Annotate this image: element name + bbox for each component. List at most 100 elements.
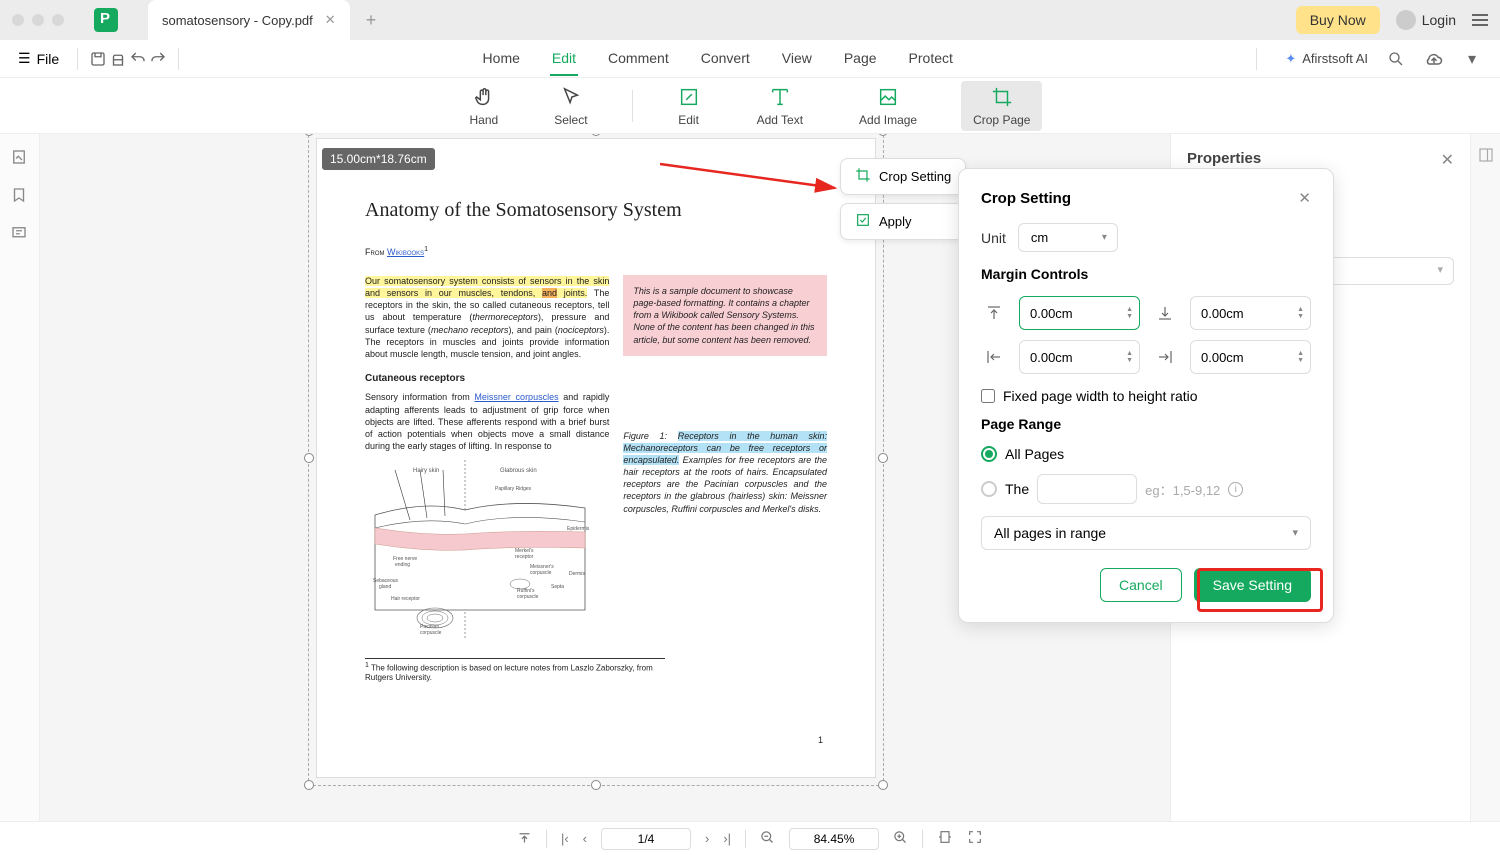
next-page-icon[interactable]: › [705, 831, 709, 846]
go-first-icon[interactable]: |‹ [561, 831, 569, 846]
margin-left-field[interactable] [1030, 350, 1100, 365]
crop-selection[interactable]: 15.00cm*18.76cm Anatomy of the Somatosen… [316, 138, 876, 778]
chevron-down-icon[interactable]: ▾ [1462, 49, 1482, 69]
fixed-ratio-input[interactable] [981, 389, 995, 403]
zoom-input[interactable] [789, 828, 879, 850]
menu-convert[interactable]: Convert [699, 42, 752, 76]
page-input[interactable] [601, 828, 691, 850]
cancel-button[interactable]: Cancel [1100, 568, 1182, 602]
first-page-icon[interactable] [517, 830, 532, 848]
close-modal-icon[interactable]: ✕ [1298, 189, 1311, 207]
menu-comment[interactable]: Comment [606, 42, 671, 76]
stepper-icon[interactable]: ▲▼ [1297, 306, 1304, 320]
range-input[interactable] [1037, 474, 1137, 504]
redo-icon[interactable] [148, 49, 168, 69]
crop-handle[interactable] [304, 134, 314, 136]
stepper-icon[interactable]: ▲▼ [1126, 306, 1133, 320]
check-icon [855, 212, 871, 231]
go-last-icon[interactable]: ›| [723, 831, 731, 846]
menu-protect[interactable]: Protect [907, 42, 955, 76]
panel-toggle-icon[interactable] [1477, 146, 1495, 164]
tool-edit[interactable]: Edit [665, 81, 713, 131]
tool-label: Add Text [757, 113, 803, 127]
custom-range-radio[interactable]: The eg：1,5-9,12 i [981, 474, 1311, 504]
margin-right-input[interactable]: ▲▼ [1190, 340, 1311, 374]
stepper-icon[interactable]: ▲▼ [1297, 350, 1304, 364]
all-pages-radio[interactable]: All Pages [981, 446, 1311, 462]
save-icon[interactable] [88, 49, 108, 69]
crop-handle[interactable] [878, 453, 888, 463]
apply-button[interactable]: Apply [840, 203, 966, 240]
crop-handle[interactable] [878, 780, 888, 790]
left-column: Our somatosensory system consists of sen… [365, 275, 609, 640]
emphasis: nociceptors [558, 325, 604, 335]
apply-range-select[interactable]: All pages in range [981, 516, 1311, 550]
crop-setting-button[interactable]: Crop Setting [840, 158, 966, 195]
undo-icon[interactable] [128, 49, 148, 69]
menu-home[interactable]: Home [481, 42, 522, 76]
comment-icon[interactable] [10, 224, 30, 244]
traffic-min-icon[interactable] [32, 14, 44, 26]
fit-width-icon[interactable] [937, 829, 953, 848]
close-tab-icon[interactable]: ✕ [325, 12, 336, 28]
crop-handle[interactable] [304, 780, 314, 790]
ai-button[interactable]: ✦ Afirstsoft AI [1285, 51, 1368, 67]
radio-on-icon[interactable] [981, 446, 997, 462]
menu-edit[interactable]: Edit [550, 42, 578, 76]
login-button[interactable]: Login [1396, 10, 1456, 30]
margin-top-field[interactable] [1030, 306, 1100, 321]
hamburger-menu-icon[interactable] [1472, 14, 1488, 26]
info-icon[interactable]: i [1228, 482, 1243, 497]
crop-icon [990, 85, 1014, 109]
body-paragraph: Our somatosensory system consists of sen… [365, 275, 609, 360]
tool-add-text[interactable]: Add Text [745, 81, 815, 131]
stepper-icon[interactable]: ▲▼ [1126, 350, 1133, 364]
tool-label: Add Image [859, 113, 917, 127]
prev-page-icon[interactable]: ‹ [583, 831, 587, 846]
highlight: and [542, 288, 557, 298]
margin-left-input[interactable]: ▲▼ [1019, 340, 1140, 374]
titlebar: somatosensory - Copy.pdf ✕ + Buy Now Log… [0, 0, 1500, 40]
close-panel-icon[interactable]: ✕ [1441, 150, 1454, 170]
skin-anatomy-diagram: Hairy skin Glabrous skin Papillary Ridge… [365, 460, 595, 640]
unit-select[interactable]: cm [1018, 223, 1118, 252]
tool-select[interactable]: Select [542, 81, 599, 131]
margin-bottom-field[interactable] [1201, 306, 1271, 321]
diagram-label: Hairy skin [413, 468, 439, 474]
zoom-in-icon[interactable] [893, 830, 908, 848]
tool-crop-page[interactable]: Crop Page [961, 81, 1042, 131]
file-menu[interactable]: ☰ File [18, 50, 59, 67]
subheading: Cutaneous receptors [365, 372, 609, 386]
radio-off-icon[interactable] [981, 481, 997, 497]
crop-handle[interactable] [304, 453, 314, 463]
margin-bottom-input[interactable]: ▲▼ [1190, 296, 1311, 330]
print-icon[interactable] [108, 49, 128, 69]
text-icon [768, 85, 792, 109]
fit-page-icon[interactable] [967, 829, 983, 848]
tool-hand[interactable]: Hand [458, 81, 511, 131]
crop-handle[interactable] [591, 134, 601, 136]
menu-page[interactable]: Page [842, 42, 879, 76]
fixed-ratio-label: Fixed page width to height ratio [1003, 388, 1198, 404]
crop-handle[interactable] [878, 134, 888, 136]
margin-right-field[interactable] [1201, 350, 1271, 365]
thumbnails-icon[interactable] [10, 148, 30, 168]
search-icon[interactable] [1386, 49, 1406, 69]
cloud-upload-icon[interactable] [1424, 49, 1444, 69]
save-setting-button[interactable]: Save Setting [1194, 568, 1311, 602]
fixed-ratio-checkbox[interactable]: Fixed page width to height ratio [981, 388, 1311, 404]
footnote: 1 The following description is based on … [365, 658, 665, 682]
bookmark-icon[interactable] [10, 186, 30, 206]
crop-handle[interactable] [591, 780, 601, 790]
new-tab-button[interactable]: + [366, 10, 377, 31]
margin-top-input[interactable]: ▲▼ [1019, 296, 1140, 330]
window-controls[interactable] [12, 14, 64, 26]
meissner-link: Meissner corpuscles [474, 392, 558, 402]
traffic-close-icon[interactable] [12, 14, 24, 26]
zoom-out-icon[interactable] [760, 830, 775, 848]
traffic-max-icon[interactable] [52, 14, 64, 26]
document-tab[interactable]: somatosensory - Copy.pdf ✕ [148, 0, 350, 40]
buy-now-button[interactable]: Buy Now [1296, 6, 1380, 34]
tool-add-image[interactable]: Add Image [847, 81, 929, 131]
menu-view[interactable]: View [780, 42, 814, 76]
